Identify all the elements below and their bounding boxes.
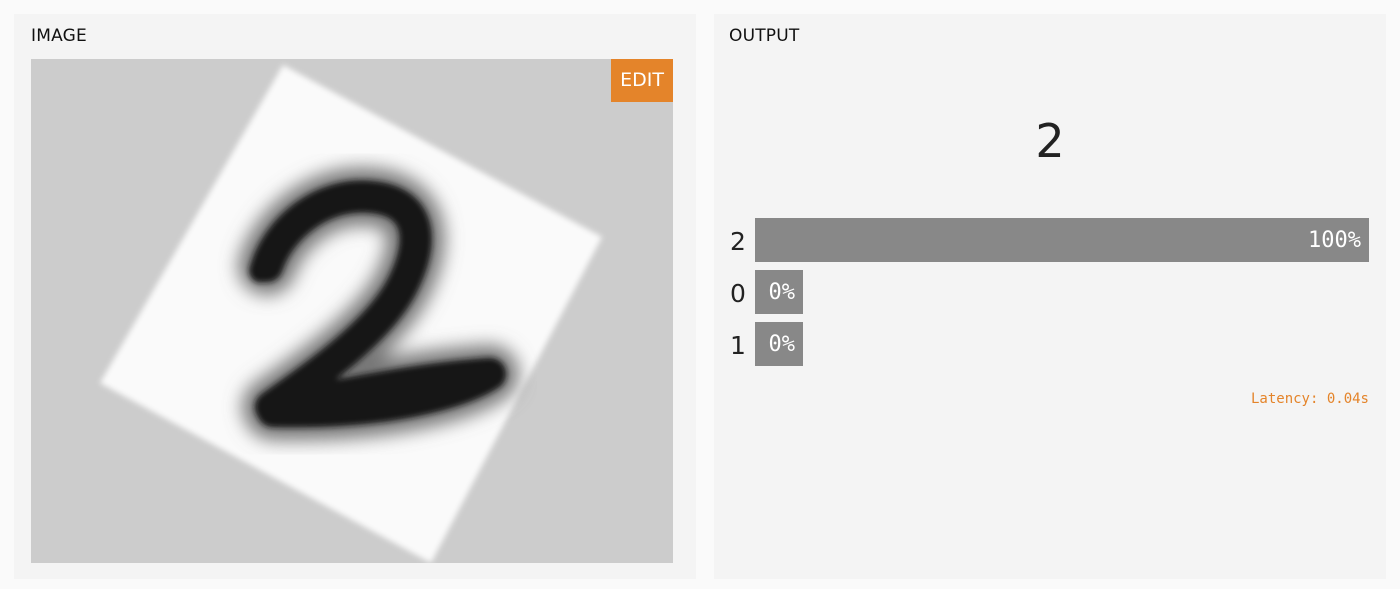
class-label: 1 <box>730 331 746 360</box>
confidence-bar: 0% <box>755 270 803 314</box>
bar-track: 100% <box>755 218 1369 262</box>
input-image[interactable]: EDIT <box>31 59 673 563</box>
confidence-value: 0% <box>768 332 796 357</box>
edit-button[interactable]: EDIT <box>611 59 673 102</box>
confidence-bar: 100% <box>755 218 1369 262</box>
confidence-bar: 0% <box>755 322 803 366</box>
confidence-value: 100% <box>1308 228 1361 253</box>
output-panel: OUTPUT 2 2 100% 0 0% 1 0% Latency: 0.04s <box>714 14 1386 579</box>
confidence-row: 2 100% <box>714 218 1386 262</box>
image-panel-title: IMAGE <box>31 26 87 46</box>
image-panel: IMAGE EDIT <box>14 14 696 579</box>
confidence-row: 1 0% <box>714 322 1386 366</box>
output-panel-title: OUTPUT <box>729 26 800 46</box>
class-label: 0 <box>730 279 746 308</box>
confidence-row: 0 0% <box>714 270 1386 314</box>
latency-text: Latency: 0.04s <box>1250 391 1369 407</box>
bar-track: 0% <box>755 322 1369 366</box>
bar-track: 0% <box>755 270 1369 314</box>
class-label: 2 <box>730 227 746 256</box>
confidence-value: 0% <box>768 280 796 305</box>
predicted-label: 2 <box>1035 114 1065 168</box>
digit-image <box>31 59 673 563</box>
